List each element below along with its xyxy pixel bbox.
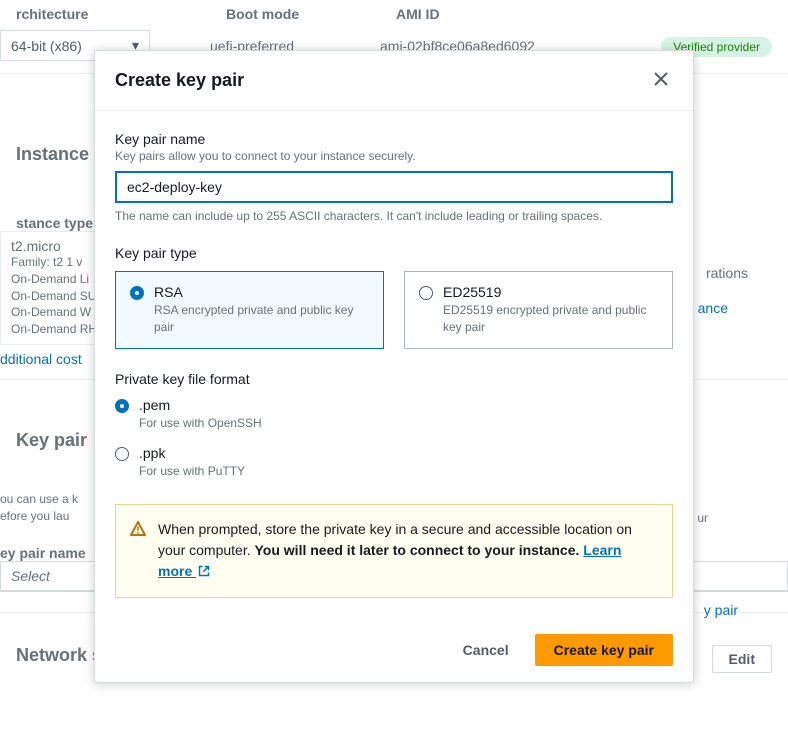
name-label: Key pair name: [115, 131, 673, 147]
cancel-button[interactable]: Cancel: [447, 634, 525, 666]
ppk-title: .ppk: [139, 445, 245, 461]
rsa-desc: RSA encrypted private and public key pai…: [154, 302, 369, 336]
radio-ppk[interactable]: .ppk For use with PuTTY: [115, 445, 673, 480]
radio-rsa[interactable]: RSA RSA encrypted private and public key…: [115, 271, 384, 349]
ed-title: ED25519: [443, 284, 658, 300]
warning-icon: [130, 521, 146, 583]
close-icon: [653, 71, 669, 87]
modal-body: Key pair name Key pairs allow you to con…: [95, 111, 693, 618]
radio-pem[interactable]: .pem For use with OpenSSH: [115, 397, 673, 432]
warning-alert: When prompted, store the private key in …: [115, 504, 673, 598]
radio-icon: [115, 399, 129, 413]
pem-desc: For use with OpenSSH: [139, 415, 262, 432]
create-key-pair-button[interactable]: Create key pair: [535, 634, 673, 666]
key-pair-name-input[interactable]: [115, 171, 673, 203]
radio-icon: [130, 286, 144, 300]
radio-ed25519[interactable]: ED25519 ED25519 encrypted private and pu…: [404, 271, 673, 349]
type-label: Key pair type: [115, 245, 673, 261]
pem-title: .pem: [139, 397, 262, 413]
format-label: Private key file format: [115, 371, 673, 387]
radio-icon: [419, 286, 433, 300]
external-link-icon: [198, 562, 210, 583]
name-hint: The name can include up to 255 ASCII cha…: [115, 209, 673, 223]
ed-desc: ED25519 encrypted private and public key…: [443, 302, 658, 336]
create-key-pair-modal: Create key pair Key pair name Key pairs …: [94, 50, 694, 683]
name-desc: Key pairs allow you to connect to your i…: [115, 149, 673, 163]
radio-icon: [115, 447, 129, 461]
modal-header: Create key pair: [95, 51, 693, 111]
modal-overlay: Create key pair Key pair name Key pairs …: [0, 0, 788, 745]
ppk-desc: For use with PuTTY: [139, 463, 245, 480]
close-button[interactable]: [649, 67, 673, 94]
modal-footer: Cancel Create key pair: [95, 618, 693, 682]
modal-title: Create key pair: [115, 70, 244, 91]
alert-text: When prompted, store the private key in …: [158, 519, 658, 583]
rsa-title: RSA: [154, 284, 369, 300]
